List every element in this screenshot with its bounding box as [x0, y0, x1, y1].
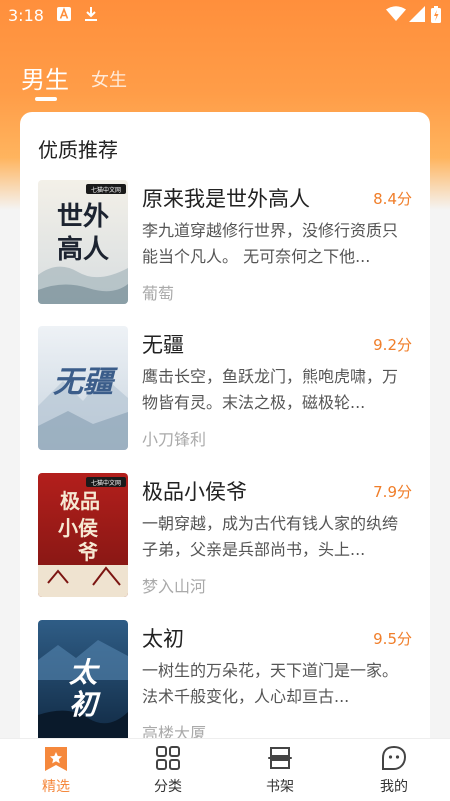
svg-text:初: 初: [69, 688, 101, 721]
battery-icon: [431, 6, 441, 27]
cover-badge: 七猫中文网: [91, 479, 121, 487]
book-author: 小刀锋利: [142, 430, 207, 449]
nav-label: 我的: [380, 779, 408, 795]
book-score: 9.5分: [373, 630, 412, 648]
active-tab-indicator: [35, 97, 57, 101]
cover-title: 无疆: [53, 365, 118, 400]
book-author: 梦入山河: [142, 577, 207, 596]
book-item[interactable]: 极品 小侯 爷 七猫中文网 极品小侯爷 7.9分 一朝穿越，成为古代有钱人家的纨…: [20, 473, 430, 603]
nav-featured[interactable]: 精选: [16, 739, 96, 801]
book-description: 一树生的万朵花，天下道门是一家。法术千般变化，人心却亘古...: [142, 661, 399, 706]
nav-profile[interactable]: 我的: [354, 739, 434, 801]
book-item[interactable]: 世外 高人 七猫中文网 原来我是世外高人 8.4分 李九道穿越修行世界，没修行资…: [20, 180, 430, 310]
book-cover[interactable]: 无疆: [38, 326, 128, 450]
book-author: 葡萄: [142, 284, 175, 303]
download-icon: [84, 6, 98, 26]
book-description: 一朝穿越，成为古代有钱人家的纨绔子弟，父亲是兵部尚书，头上...: [142, 514, 399, 559]
svg-text:爷: 爷: [78, 540, 99, 564]
nav-label: 精选: [42, 779, 70, 795]
book-title: 原来我是世外高人: [142, 187, 310, 211]
book-title: 无疆: [142, 333, 184, 357]
wifi-icon: [386, 6, 406, 26]
section-title: 优质推荐: [38, 138, 118, 162]
svg-text:小侯: 小侯: [58, 516, 99, 540]
book-description: 李九道穿越修行世界，没修行资质只能当个凡人。 无可奈何之下他...: [142, 221, 399, 266]
book-title: 太初: [142, 627, 184, 651]
svg-text:太: 太: [69, 656, 101, 689]
book-cover[interactable]: 太 初: [38, 620, 128, 744]
signal-icon: [409, 6, 425, 26]
status-bar: 3:18: [0, 0, 450, 34]
status-time: 3:18: [8, 6, 44, 25]
recommend-card: 优质推荐 世外 高人 七猫中文网 原来我是世外高人 8.4分 李九道穿越修行世界…: [20, 112, 430, 752]
svg-text:世外: 世外: [57, 202, 109, 232]
nav-bookshelf[interactable]: 书架: [240, 739, 320, 801]
tab-female[interactable]: 女生: [91, 66, 127, 92]
bottom-navigation: 精选 分类 书架 我的: [0, 738, 450, 801]
a-icon: [57, 6, 71, 26]
cover-badge: 七猫中文网: [91, 186, 121, 194]
book-score: 8.4分: [373, 190, 412, 208]
tab-male[interactable]: 男生: [21, 60, 69, 95]
book-title: 极品小侯爷: [142, 480, 247, 504]
book-description: 鹰击长空，鱼跃龙门，熊咆虎啸，万物皆有灵。末法之极，磁极轮...: [142, 367, 399, 412]
book-score: 9.2分: [373, 336, 412, 354]
nav-label: 分类: [154, 779, 182, 795]
gender-tabs: 男生 女生: [0, 60, 450, 104]
book-item[interactable]: 无疆 无疆 9.2分 鹰击长空，鱼跃龙门，熊咆虎啸，万物皆有灵。末法之极，磁极轮…: [20, 326, 430, 456]
svg-text:极品: 极品: [60, 489, 100, 513]
nav-label: 书架: [266, 779, 294, 795]
nav-category[interactable]: 分类: [128, 739, 208, 801]
book-item[interactable]: 太 初 太初 9.5分 一树生的万朵花，天下道门是一家。法术千般变化，人心却亘古…: [20, 620, 430, 750]
svg-text:高人: 高人: [57, 234, 109, 265]
book-score: 7.9分: [373, 483, 412, 501]
book-cover[interactable]: 世外 高人 七猫中文网: [38, 180, 128, 304]
book-cover[interactable]: 极品 小侯 爷 七猫中文网: [38, 473, 128, 597]
